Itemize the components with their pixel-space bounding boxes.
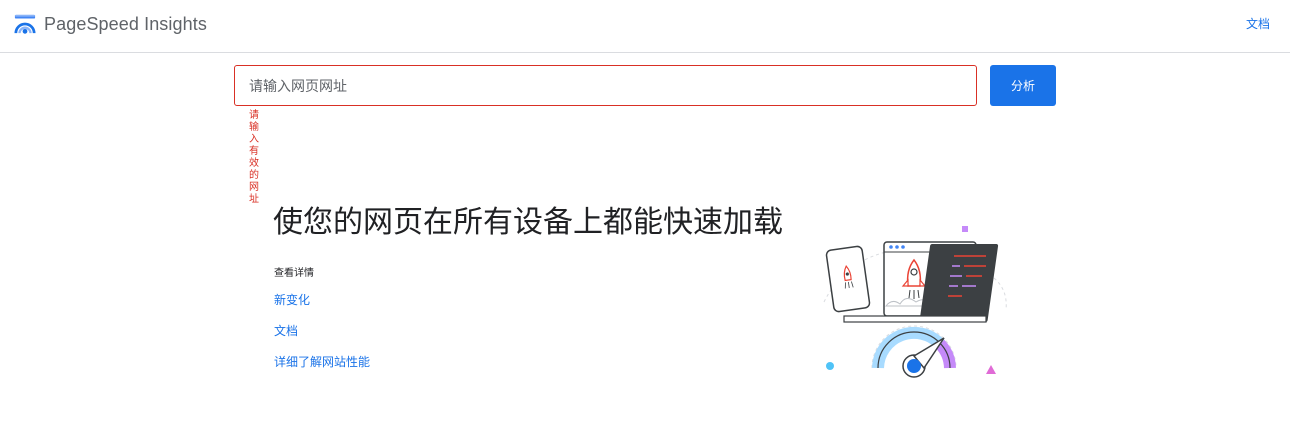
brand[interactable]: PageSpeed Insights xyxy=(14,12,207,36)
url-error-message: 请输入有效的网址 xyxy=(249,110,259,205)
rocket-speed-gauge-illustration xyxy=(823,226,1007,378)
whats-new-link[interactable]: 新变化 xyxy=(274,292,310,308)
brand-name: PageSpeed Insights xyxy=(44,14,207,34)
top-app-bar: PageSpeed Insights 文档 xyxy=(0,0,1290,53)
hero-title: 使您的网页在所有设备上都能快速加载 xyxy=(273,206,783,239)
documentation-link[interactable]: 文档 xyxy=(274,323,298,339)
pagespeed-logo-icon xyxy=(14,14,36,34)
learn-more-heading: 查看详情 xyxy=(274,268,314,279)
analyze-button[interactable]: 分析 xyxy=(990,65,1056,106)
learn-web-performance-link[interactable]: 详细了解网站性能 xyxy=(274,354,370,370)
header-docs-link[interactable]: 文档 xyxy=(1246,16,1270,32)
url-input[interactable] xyxy=(234,65,977,106)
